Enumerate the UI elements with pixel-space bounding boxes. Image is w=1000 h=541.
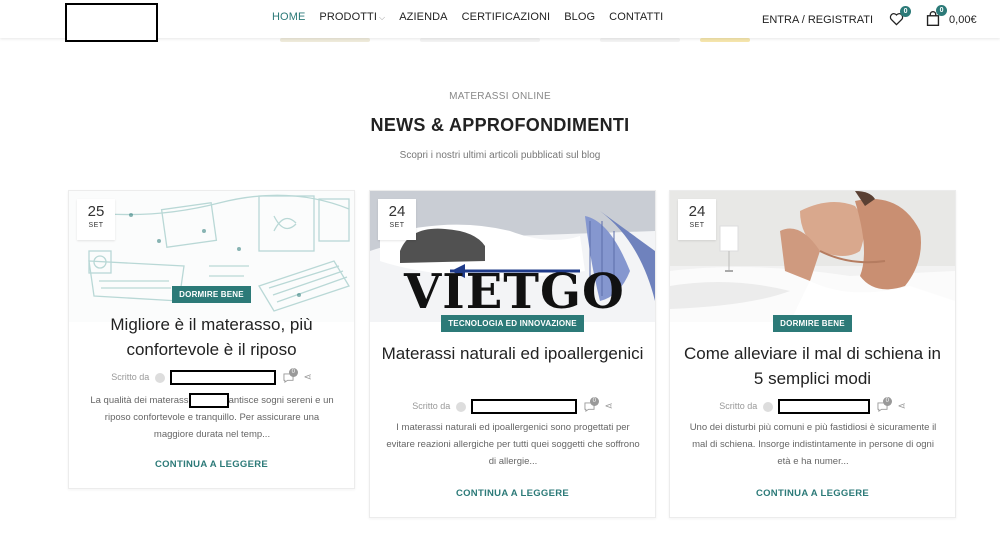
- post-month: SET: [88, 222, 104, 229]
- comments-link[interactable]: 0: [877, 396, 892, 412]
- post-category: DORMIRE BENE: [670, 313, 955, 332]
- avatar: [762, 401, 773, 412]
- wishlist-count: 0: [900, 5, 912, 17]
- cart-count: 0: [936, 5, 948, 16]
- section-eyebrow: MATERASSI ONLINE: [449, 91, 551, 102]
- post-meta: Scritto da 0 ⋖: [370, 396, 655, 414]
- post-title[interactable]: Materassi naturali ed ipoallergenici: [380, 341, 645, 366]
- avatar: [154, 372, 165, 383]
- nav-contatti[interactable]: CONTATTI: [609, 11, 663, 23]
- post-title[interactable]: Migliore è il materasso, più confortevol…: [79, 312, 344, 362]
- nav-prodotti-label: PRODOTTI: [319, 11, 378, 23]
- category-tag[interactable]: DORMIRE BENE: [773, 315, 852, 332]
- comment-count: 0: [882, 396, 892, 406]
- cart-button[interactable]: 0: [926, 5, 948, 29]
- post-date: 24 SET: [378, 199, 416, 240]
- comment-count: 0: [288, 367, 298, 377]
- post-meta: Scritto da 0 ⋖: [670, 396, 955, 414]
- author-redaction: [471, 399, 578, 414]
- login-link[interactable]: ENTRA / REGISTRATI: [762, 14, 873, 26]
- post-month: SET: [689, 222, 705, 229]
- blog-card-2: 24 SET TECNOLOGIA ED INNOVAZIONE Materas…: [369, 190, 656, 518]
- header-actions: ENTRA / REGISTRATI 0 0 0,00€: [762, 5, 977, 29]
- post-category: DORMIRE BENE: [69, 284, 354, 303]
- post-day: 24: [388, 203, 406, 220]
- post-excerpt: I materassi naturali ed ipoallergenici s…: [386, 422, 640, 467]
- watermark: VIETGO: [404, 264, 625, 320]
- nav-azienda[interactable]: AZIENDA: [399, 11, 447, 23]
- post-day: 24: [688, 203, 706, 220]
- share-icon[interactable]: ⋖: [897, 401, 905, 412]
- post-excerpt: La qualità dei materass antisce sogni ser…: [85, 392, 339, 443]
- comments-link[interactable]: 0: [584, 396, 599, 412]
- post-date: 24 SET: [678, 199, 716, 240]
- author-label: Scritto da: [719, 400, 758, 411]
- wishlist-button[interactable]: 0: [889, 5, 912, 29]
- nav-home[interactable]: HOME: [272, 11, 305, 23]
- excerpt-part-1: La qualità dei materass: [90, 395, 189, 406]
- avatar: [455, 401, 466, 412]
- post-date: 25 SET: [77, 199, 115, 240]
- section-title: NEWS & APPROFONDIMENTI: [370, 115, 630, 135]
- excerpt-redaction: [188, 392, 229, 408]
- share-icon[interactable]: ⋖: [303, 372, 311, 383]
- author-redaction: [170, 370, 277, 385]
- post-meta: Scritto da 0 ⋖: [69, 367, 354, 385]
- post-excerpt: Uno dei disturbi più comuni e più fastid…: [689, 422, 937, 467]
- section-subtitle: Scopri i nostri ultimi articoli pubblica…: [399, 150, 601, 161]
- logo-redaction[interactable]: [65, 3, 158, 42]
- read-more-link[interactable]: CONTINUA A LEGGERE: [69, 459, 354, 470]
- nav-prodotti[interactable]: PRODOTTI ⌵: [319, 11, 385, 23]
- main-nav: HOME PRODOTTI ⌵ AZIENDA CERTIFICAZIONI BL…: [272, 11, 663, 23]
- blog-card-3: 24 SET DORMIRE BENE Come alleviare il ma…: [669, 190, 956, 518]
- author-redaction: [778, 399, 871, 414]
- cart-total: 0,00€: [949, 14, 977, 26]
- post-month: SET: [389, 222, 405, 229]
- comments-link[interactable]: 0: [283, 367, 298, 383]
- nav-blog[interactable]: BLOG: [564, 11, 595, 23]
- chevron-down-icon: ⌵: [379, 13, 386, 22]
- author-label: Scritto da: [412, 400, 451, 411]
- post-title[interactable]: Come alleviare il mal di schiena in 5 se…: [680, 341, 945, 391]
- category-tag[interactable]: DORMIRE BENE: [172, 286, 251, 303]
- nav-certificazioni[interactable]: CERTIFICAZIONI: [462, 11, 551, 23]
- blog-card-1: 25 SET DORMIRE BENE Migliore è il matera…: [68, 190, 355, 489]
- post-day: 25: [87, 203, 105, 220]
- read-more-link[interactable]: CONTINUA A LEGGERE: [670, 488, 955, 499]
- author-label: Scritto da: [111, 371, 150, 382]
- read-more-link[interactable]: CONTINUA A LEGGERE: [370, 488, 655, 499]
- share-icon[interactable]: ⋖: [604, 401, 612, 412]
- comment-count: 0: [589, 396, 599, 406]
